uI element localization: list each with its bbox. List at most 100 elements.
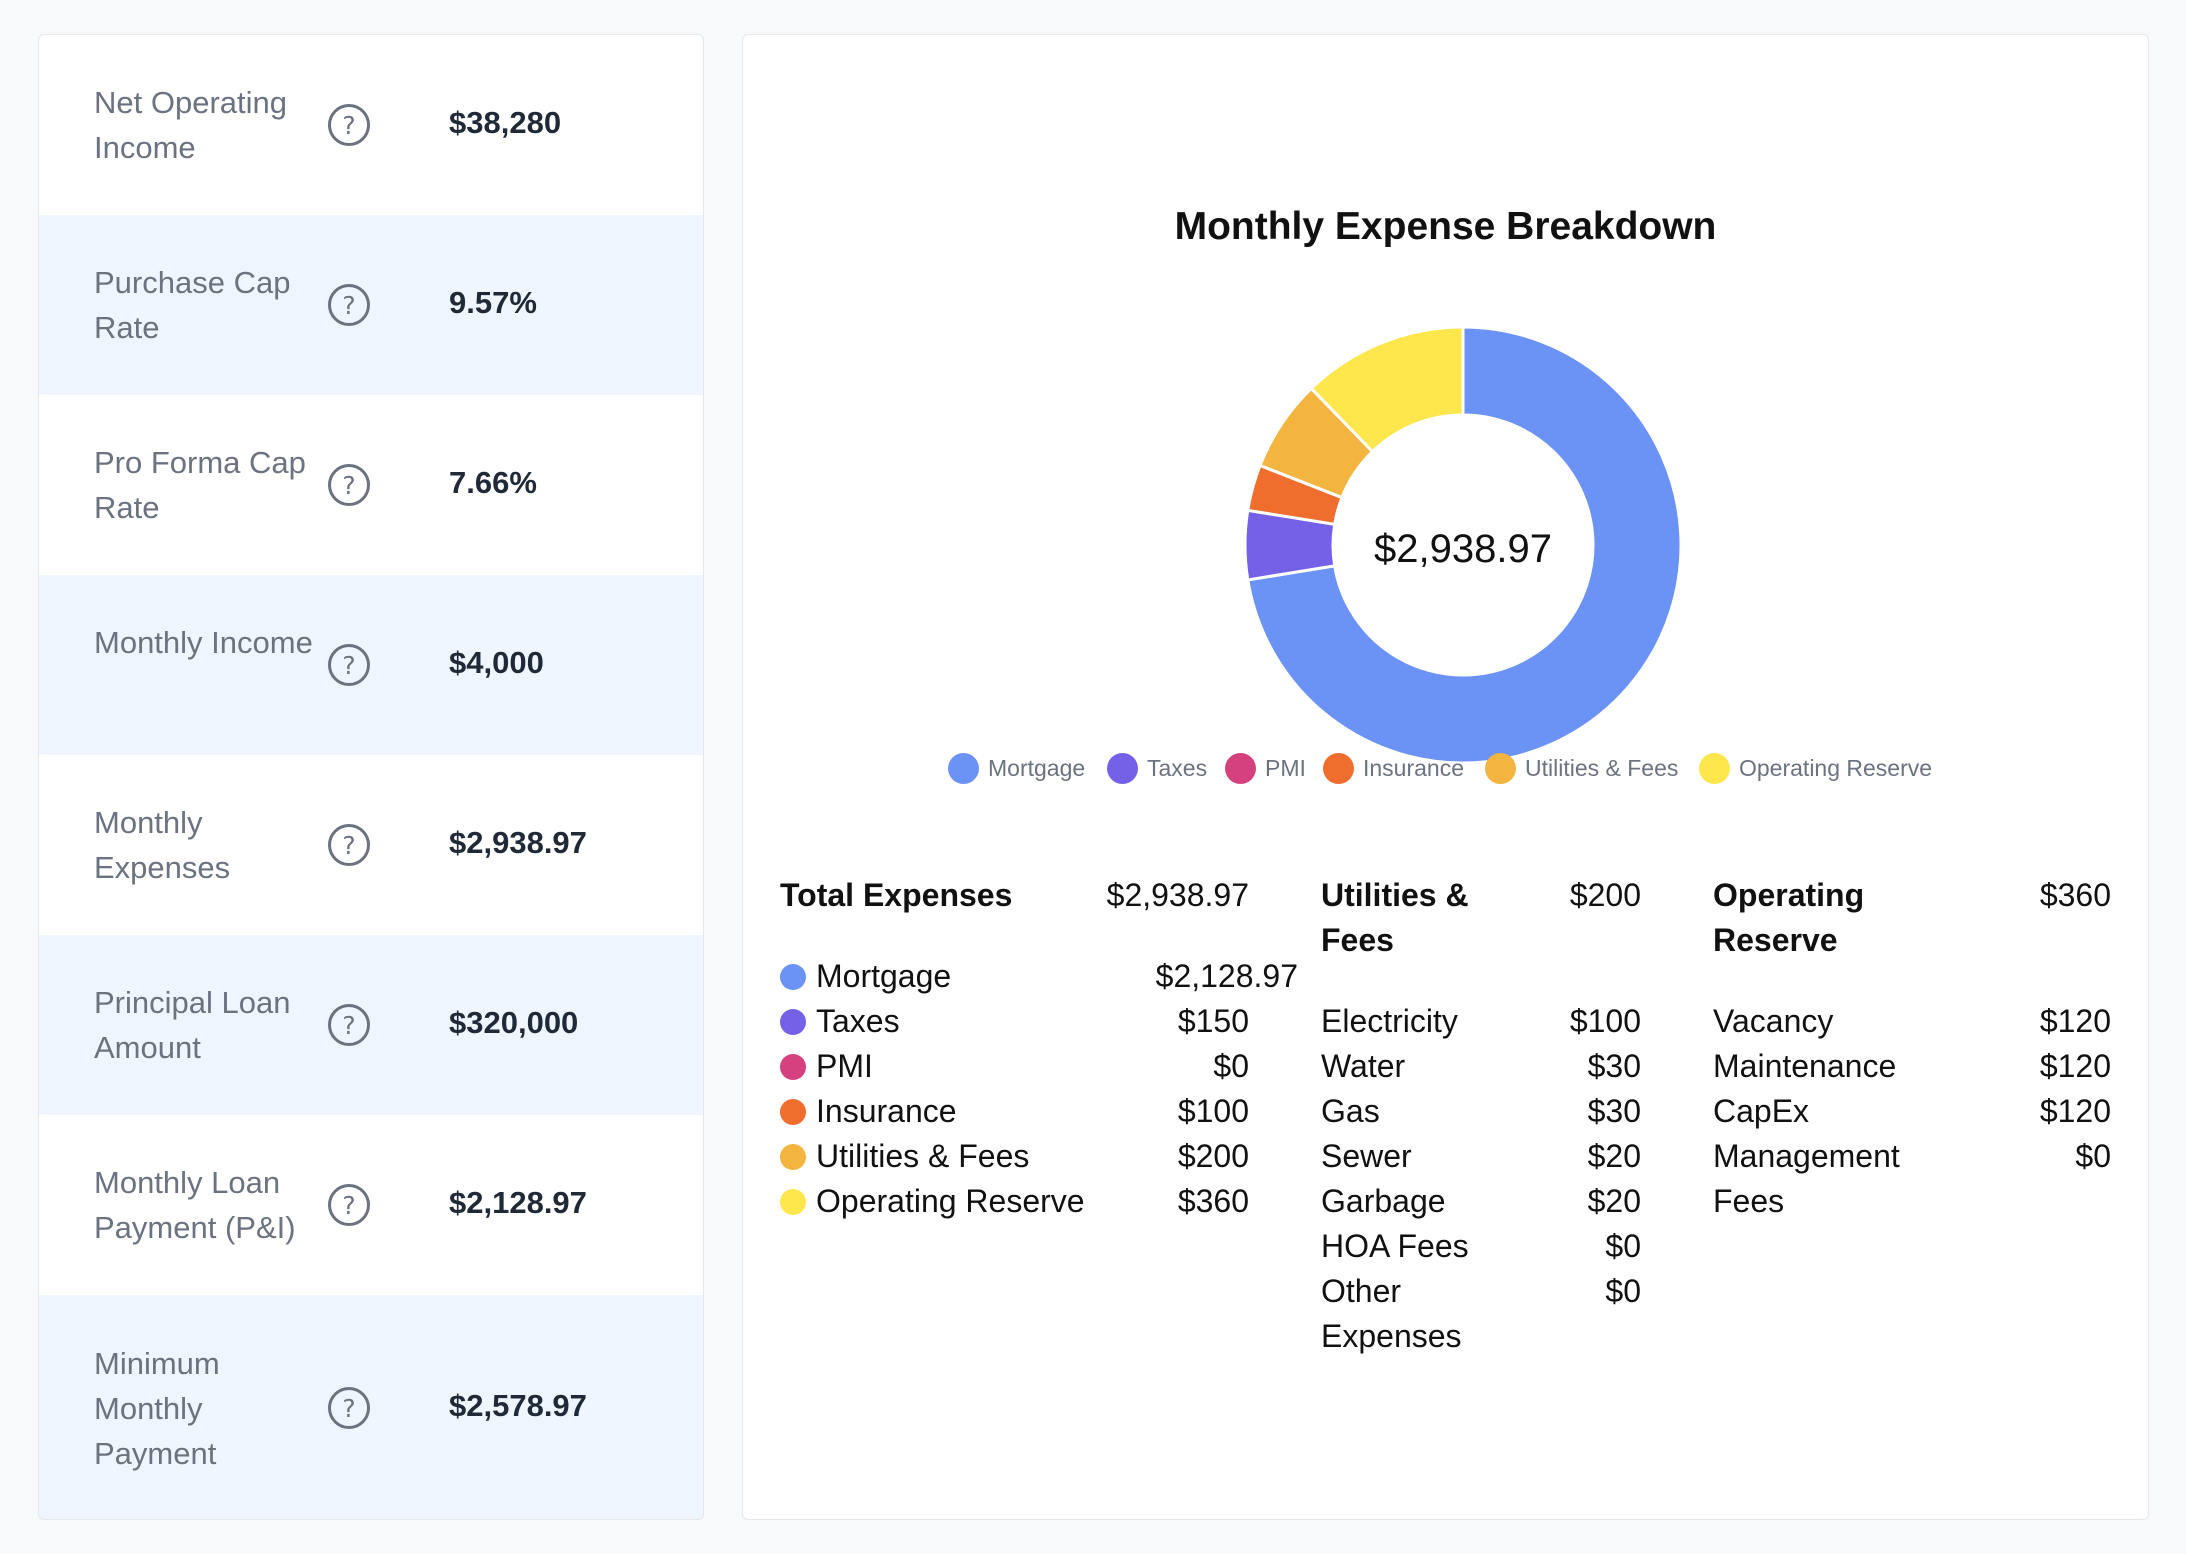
expense-dot-utilities-fees (780, 1144, 806, 1170)
question-circle-icon[interactable]: ? (327, 463, 371, 507)
legend-item-mortgage[interactable]: Mortgage (948, 750, 1085, 786)
legend-swatch (1699, 752, 1730, 784)
operating-reserve-total: $360 (2039, 877, 2111, 913)
utility-value: $0 (1605, 1273, 1641, 1309)
expense-breakdown-card: Monthly Expense Breakdown $2,938.97 Mort… (742, 34, 2149, 1520)
reserve-value: $120 (2039, 1048, 2111, 1084)
svg-text:?: ? (342, 831, 355, 860)
metric-value: $38,280 (449, 105, 562, 140)
metric-value: 7.66% (449, 465, 537, 500)
question-circle-icon[interactable]: ? (327, 1183, 371, 1227)
question-circle-icon[interactable]: ? (327, 1386, 371, 1430)
metric-label: Monthly Expenses (94, 805, 231, 885)
expense-value: $100 (1177, 1093, 1249, 1129)
metric-row-net-operating-income: Net Operating Income ? $38,280 (39, 35, 703, 215)
legend-item-utilities-fees[interactable]: Utilities & Fees (1485, 750, 1678, 786)
metric-label: Pro Forma Cap Rate (94, 445, 306, 525)
expense-dot-operating-reserve (780, 1189, 806, 1215)
utility-label: HOA Fees (1321, 1228, 1469, 1264)
donut-center-label: $2,938.97 (1374, 527, 1552, 571)
expense-dot-taxes (780, 1009, 806, 1035)
legend-item-operating-reserve[interactable]: Operating Reserve (1699, 750, 1932, 786)
question-circle-icon[interactable]: ? (327, 283, 371, 327)
expense-label: PMI (816, 1048, 873, 1084)
expense-value: $150 (1177, 1003, 1249, 1039)
expense-label: Insurance (816, 1093, 957, 1129)
expense-value: $2,128.97 (1155, 958, 1298, 994)
question-circle-icon[interactable]: ? (327, 643, 371, 687)
utility-label: Gas (1321, 1093, 1380, 1129)
svg-text:?: ? (342, 1011, 355, 1040)
metric-row-pro-forma-cap-rate: Pro Forma Cap Rate ? 7.66% (39, 395, 703, 575)
reserve-value: $120 (2039, 1003, 2111, 1039)
legend-label: PMI (1265, 754, 1306, 781)
metric-value: $2,578.97 (449, 1388, 587, 1423)
question-circle-icon[interactable]: ? (327, 1003, 371, 1047)
metric-label: Monthly Loan Payment (P&I) (94, 1165, 296, 1245)
legend-swatch (948, 752, 979, 784)
reserve-label: Management Fees (1713, 1138, 1900, 1219)
svg-text:?: ? (342, 1191, 355, 1220)
utility-label: Water (1321, 1048, 1406, 1084)
legend-label: Taxes (1147, 754, 1208, 781)
expense-dot-insurance (780, 1099, 806, 1125)
legend-item-insurance[interactable]: Insurance (1323, 750, 1464, 786)
metric-label: Purchase Cap Rate (94, 265, 291, 345)
legend-item-pmi[interactable]: PMI (1225, 750, 1306, 786)
expense-dot-pmi (780, 1054, 806, 1080)
total-expenses-heading: Total Expenses (780, 877, 1013, 913)
metric-label: Monthly Income (94, 625, 313, 660)
legend-swatch (1323, 752, 1354, 784)
expense-label: Mortgage (816, 958, 952, 994)
expense-donut-chart: $2,938.97 (1243, 325, 1683, 765)
metric-row-monthly-loan-payment: Monthly Loan Payment (P&I) ? $2,128.97 (39, 1115, 703, 1295)
utility-label: Electricity (1321, 1003, 1458, 1039)
operating-reserve-heading: Operating Reserve (1713, 877, 1865, 958)
legend-swatch (1107, 752, 1138, 784)
expense-value: $360 (1177, 1183, 1249, 1219)
expense-label: Taxes (816, 1003, 900, 1039)
legend-swatch (1485, 752, 1516, 784)
utility-value: $30 (1587, 1093, 1641, 1129)
total-expenses-value: $2,938.97 (1106, 877, 1249, 913)
utilities-fees-heading: Utilities & Fees (1321, 877, 1469, 958)
metric-value: $320,000 (449, 1005, 579, 1040)
metric-row-purchase-cap-rate: Purchase Cap Rate ? 9.57% (39, 215, 703, 395)
svg-text:?: ? (342, 1394, 355, 1423)
utility-value: $30 (1587, 1048, 1641, 1084)
metrics-card: Net Operating Income ? $38,280 Purchase … (38, 34, 704, 1520)
metric-row-minimum-monthly-payment: Minimum Monthly Payment ? $2,578.97 (39, 1295, 703, 1519)
utility-label: Sewer (1321, 1138, 1412, 1174)
utility-label: Other Expenses (1321, 1273, 1462, 1354)
metric-value: 9.57% (449, 285, 537, 320)
reserve-value: $120 (2039, 1093, 2111, 1129)
utility-label: Garbage (1321, 1183, 1446, 1219)
utility-value: $0 (1605, 1228, 1641, 1264)
utility-value: $20 (1587, 1138, 1641, 1174)
expense-value: $0 (1213, 1048, 1249, 1084)
metric-label: Net Operating Income (94, 85, 287, 165)
metric-value: $2,938.97 (449, 825, 587, 860)
metric-row-monthly-income: Monthly Income ? $4,000 (39, 575, 703, 755)
utility-value: $100 (1569, 1003, 1641, 1039)
expense-label: Operating Reserve (816, 1183, 1085, 1219)
svg-text:?: ? (342, 651, 355, 680)
legend-item-taxes[interactable]: Taxes (1107, 750, 1207, 786)
metric-value: $4,000 (449, 645, 544, 680)
legend-label: Mortgage (988, 754, 1086, 781)
reserve-label: CapEx (1713, 1093, 1810, 1129)
chart-title: Monthly Expense Breakdown (1174, 205, 1717, 248)
reserve-value: $0 (2075, 1138, 2111, 1174)
metric-label: Principal Loan Amount (94, 985, 291, 1065)
reserve-label: Vacancy (1713, 1003, 1834, 1039)
utility-value: $20 (1587, 1183, 1641, 1219)
expense-value: $200 (1177, 1138, 1249, 1174)
metric-row-monthly-expenses: Monthly Expenses ? $2,938.97 (39, 755, 703, 935)
metric-row-principal-loan-amount: Principal Loan Amount ? $320,000 (39, 935, 703, 1115)
question-circle-icon[interactable]: ? (327, 103, 371, 147)
utilities-fees-total: $200 (1569, 877, 1641, 913)
question-circle-icon[interactable]: ? (327, 823, 371, 867)
metric-value: $2,128.97 (449, 1185, 587, 1220)
svg-text:?: ? (342, 471, 355, 500)
reserve-label: Maintenance (1713, 1048, 1897, 1084)
